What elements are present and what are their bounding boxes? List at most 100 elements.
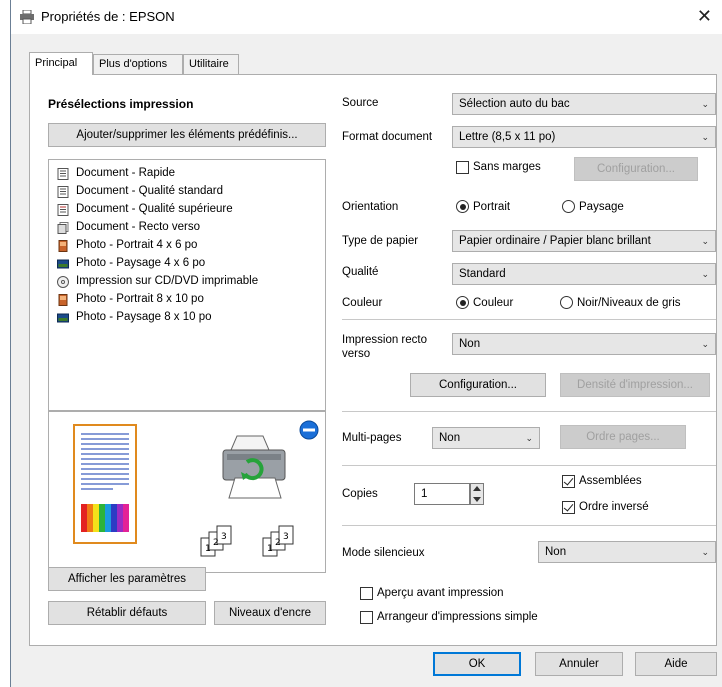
stepper-down-icon[interactable] (473, 497, 481, 502)
borderless-checkbox[interactable] (456, 161, 469, 174)
printer-icon (222, 435, 286, 499)
chevron-down-icon: ⌄ (701, 339, 709, 349)
grayscale-label: Noir/Niveaux de gris (577, 297, 681, 309)
portrait-radio[interactable] (456, 200, 469, 213)
quality-label: Qualité (342, 266, 379, 278)
close-icon[interactable]: ✕ (697, 6, 712, 27)
chevron-down-icon: ⌄ (525, 433, 533, 443)
ink-levels-button[interactable]: Niveaux d'encre (214, 601, 326, 625)
printer-properties-window: Propriétés de : EPSON ✕ Principal Plus d… (10, 0, 722, 687)
svg-text:3: 3 (221, 532, 227, 542)
duplex-select[interactable]: Non ⌄ (452, 333, 716, 355)
quiet-mode-select[interactable]: Non ⌄ (538, 541, 716, 563)
preset-label: Document - Recto verso (76, 221, 200, 233)
page-order-button[interactable]: Ordre pages... (560, 425, 686, 449)
landscape-radio[interactable] (562, 200, 575, 213)
preset-label: Photo - Paysage 4 x 6 po (76, 257, 206, 269)
borderless-label: Sans marges (473, 161, 541, 173)
page-preview-icon (73, 424, 137, 544)
color-option-label: Couleur (473, 297, 514, 309)
copies-input[interactable]: 1 (414, 483, 470, 505)
show-settings-button[interactable]: Afficher les paramètres (48, 567, 206, 591)
photo-portrait-icon (58, 294, 68, 306)
quiet-mode-label: Mode silencieux (342, 547, 425, 559)
divider (342, 525, 716, 526)
reverse-order-label: Ordre inversé (579, 501, 649, 513)
multipage-value: Non (439, 432, 461, 444)
duplex-document-icon (57, 222, 69, 234)
copies-stepper[interactable] (470, 483, 484, 505)
presets-heading: Présélections impression (48, 97, 194, 111)
paper-type-select[interactable]: Papier ordinaire / Papier blanc brillant… (452, 230, 716, 252)
tab-utilitaire[interactable]: Utilitaire (183, 54, 239, 74)
document-icon (57, 204, 69, 216)
orientation-label: Orientation (342, 201, 399, 213)
landscape-label: Paysage (579, 201, 624, 213)
tab-plus-options[interactable]: Plus d'options (93, 54, 183, 74)
copies-label: Copies (342, 488, 378, 500)
svg-text:2: 2 (213, 538, 219, 548)
reverse-order-checkbox[interactable] (562, 501, 575, 514)
cd-icon (57, 276, 69, 288)
divider (342, 465, 716, 466)
main-tab-panel: Présélections impression Ajouter/supprim… (29, 74, 717, 646)
cancel-button[interactable]: Annuler (535, 652, 623, 676)
format-select[interactable]: Lettre (8,5 x 11 po) ⌄ (452, 126, 716, 148)
print-density-button[interactable]: Densité d'impression... (560, 373, 710, 397)
document-icon (57, 186, 69, 198)
format-label: Format document (342, 131, 433, 143)
divider (342, 411, 716, 412)
quality-value: Standard (459, 268, 506, 280)
document-icon (57, 168, 69, 180)
grayscale-radio[interactable] (560, 296, 573, 309)
duplex-label-line1: Impression recto (342, 334, 428, 346)
photo-landscape-icon (57, 313, 69, 323)
preset-label: Document - Qualité standard (76, 185, 224, 197)
color-label: Couleur (342, 297, 383, 309)
collate-checkbox[interactable] (562, 475, 575, 488)
svg-text:2: 2 (275, 538, 281, 548)
collate-icon: 3 2 1 (262, 525, 294, 557)
help-button[interactable]: Aide (635, 652, 717, 676)
print-preview-checkbox[interactable] (360, 587, 373, 600)
restore-defaults-button[interactable]: Rétablir défauts (48, 601, 206, 625)
portrait-label: Portrait (473, 201, 511, 213)
preset-label: Impression sur CD/DVD imprimable (76, 275, 259, 287)
paper-type-label: Type de papier (342, 235, 419, 247)
ok-button[interactable]: OK (433, 652, 521, 676)
svg-text:3: 3 (283, 532, 289, 542)
paper-type-value: Papier ordinaire / Papier blanc brillant (459, 235, 651, 247)
chevron-down-icon: ⌄ (701, 236, 709, 246)
multipage-label: Multi-pages (342, 432, 402, 444)
preset-label: Photo - Paysage 8 x 10 po (76, 311, 212, 323)
job-arranger-label: Arrangeur d'impressions simple (377, 611, 538, 623)
chevron-down-icon: ⌄ (701, 99, 709, 109)
chevron-down-icon: ⌄ (701, 269, 709, 279)
photo-landscape-icon (57, 259, 69, 269)
duplex-label: Impression recto verso (342, 333, 427, 361)
stepper-up-icon[interactable] (473, 486, 481, 491)
chevron-down-icon: ⌄ (701, 132, 709, 142)
multipage-select[interactable]: Non ⌄ (432, 427, 540, 449)
duplex-label-line2: verso (342, 348, 371, 360)
job-arranger-checkbox[interactable] (360, 611, 373, 624)
color-radio[interactable] (456, 296, 469, 309)
svg-text:1: 1 (205, 544, 211, 554)
divider (342, 319, 716, 320)
tab-principal[interactable]: Principal (29, 52, 93, 75)
presets-list[interactable]: Document - Rapide Document - Qualité sta… (48, 159, 326, 411)
print-preview-area: 3 2 1 3 2 1 (48, 411, 326, 573)
borderless-config-button[interactable]: Configuration... (574, 157, 698, 181)
quality-select[interactable]: Standard ⌄ (452, 263, 716, 285)
duplex-config-button[interactable]: Configuration... (410, 373, 546, 397)
source-select[interactable]: Sélection auto du bac ⌄ (452, 93, 716, 115)
source-value: Sélection auto du bac (459, 98, 570, 110)
window-title: Propriétés de : EPSON (41, 9, 175, 24)
svg-text:1: 1 (267, 544, 273, 554)
preset-label: Photo - Portrait 4 x 6 po (76, 239, 198, 251)
title-bar: Propriétés de : EPSON ✕ (11, 0, 722, 34)
format-value: Lettre (8,5 x 11 po) (459, 131, 556, 143)
add-remove-presets-button[interactable]: Ajouter/supprimer les éléments prédéfini… (48, 123, 326, 147)
chevron-down-icon: ⌄ (701, 547, 709, 557)
collate-icon: 3 2 1 (200, 525, 232, 557)
